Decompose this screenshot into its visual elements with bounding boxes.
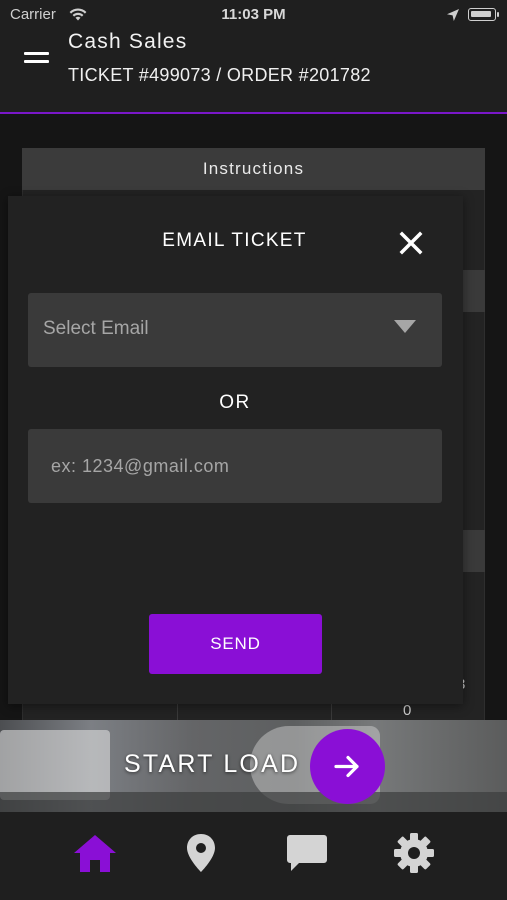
clock-label: 11:03 PM bbox=[221, 6, 286, 23]
map-pin-icon bbox=[187, 834, 215, 872]
caret-down-icon bbox=[394, 320, 416, 333]
status-bar: Carrier 11:03 PM bbox=[0, 0, 507, 30]
banner-ground bbox=[0, 792, 507, 812]
hamburger-menu-icon[interactable] bbox=[22, 48, 52, 70]
bottom-tab-bar bbox=[0, 812, 507, 900]
location-arrow-icon bbox=[446, 8, 460, 27]
select-email-placeholder: Select Email bbox=[43, 318, 149, 339]
email-ticket-modal: EMAIL TICKET Select Email OR SEND bbox=[8, 196, 463, 704]
start-load-label: START LOAD bbox=[124, 750, 301, 778]
or-separator: OR bbox=[219, 392, 251, 413]
close-icon[interactable] bbox=[396, 228, 426, 258]
arrow-right-icon bbox=[334, 755, 359, 778]
select-email-dropdown[interactable]: Select Email bbox=[28, 293, 442, 367]
truck-photo-left bbox=[0, 730, 110, 800]
instructions-header[interactable]: Instructions bbox=[22, 148, 485, 190]
app-header: Cash Sales TICKET #499073 / ORDER #20178… bbox=[0, 30, 507, 114]
tab-home[interactable] bbox=[67, 832, 123, 880]
modal-title: EMAIL TICKET bbox=[162, 230, 307, 251]
tab-messages[interactable] bbox=[279, 832, 335, 880]
ticket-order-subtitle: TICKET #499073 / ORDER #201782 bbox=[68, 65, 371, 85]
email-input[interactable] bbox=[28, 429, 442, 503]
background-field bbox=[463, 530, 485, 572]
home-icon bbox=[74, 835, 116, 872]
start-load-banner[interactable]: START LOAD bbox=[0, 720, 507, 812]
tab-settings[interactable] bbox=[386, 832, 442, 880]
start-load-button[interactable] bbox=[310, 729, 385, 804]
page-title: Cash Sales bbox=[68, 30, 188, 53]
background-value: 0 bbox=[403, 702, 412, 719]
tab-location[interactable] bbox=[173, 832, 229, 880]
send-button[interactable]: SEND bbox=[149, 614, 322, 674]
chat-bubble-icon bbox=[287, 835, 327, 871]
battery-icon bbox=[468, 8, 496, 21]
battery-cap bbox=[497, 12, 499, 17]
background-field bbox=[463, 270, 485, 312]
gear-icon bbox=[394, 833, 434, 873]
